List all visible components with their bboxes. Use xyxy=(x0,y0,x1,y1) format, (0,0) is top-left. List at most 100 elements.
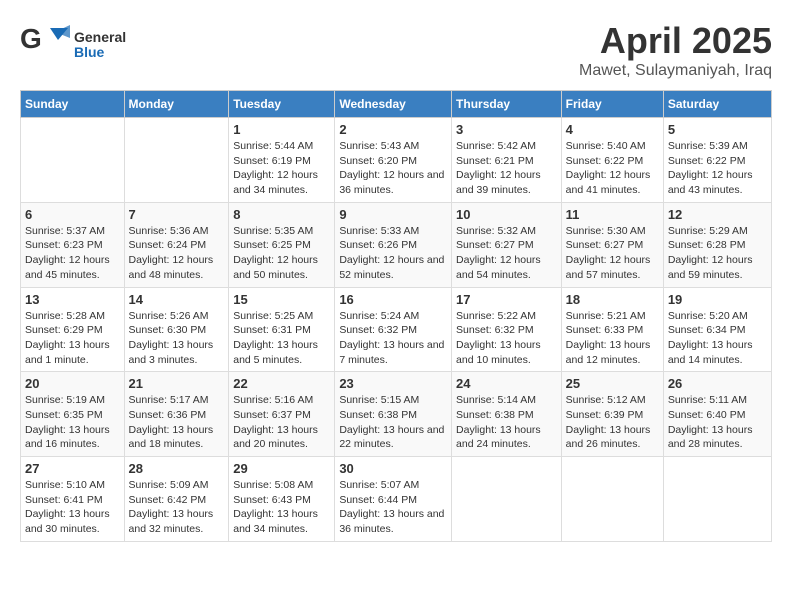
cell-info: Sunrise: 5:26 AMSunset: 6:30 PMDaylight:… xyxy=(129,309,225,368)
subtitle: Mawet, Sulaymaniyah, Iraq xyxy=(579,62,772,80)
cell-info: Sunrise: 5:28 AMSunset: 6:29 PMDaylight:… xyxy=(25,309,120,368)
calendar-cell: 14 Sunrise: 5:26 AMSunset: 6:30 PMDayligh… xyxy=(124,287,229,372)
cell-date: 20 xyxy=(25,376,120,391)
cell-info: Sunrise: 5:19 AMSunset: 6:35 PMDaylight:… xyxy=(25,393,120,452)
calendar-week-row: 13Sunrise: 5:28 AMSunset: 6:29 PMDayligh… xyxy=(21,287,772,372)
cell-date: 26 xyxy=(668,376,767,391)
cell-date: 28 xyxy=(129,461,225,476)
cell-info: Sunrise: 5:44 AMSunset: 6:19 PMDaylight:… xyxy=(233,139,330,198)
cell-info: Sunrise: 5:10 AMSunset: 6:41 PMDaylight:… xyxy=(25,478,120,537)
cell-info: Sunrise: 5:24 AMSunset: 6:32 PMDaylight:… xyxy=(339,309,447,368)
calendar-cell: 21 Sunrise: 5:17 AMSunset: 6:36 PMDayligh… xyxy=(124,372,229,457)
cell-date: 2 xyxy=(339,122,447,137)
calendar-week-row: 27 Sunrise: 5:10 AMSunset: 6:41 PMDayligh… xyxy=(21,457,772,542)
cell-info: Sunrise: 5:20 AMSunset: 6:34 PMDaylight:… xyxy=(668,309,767,368)
cell-info: Sunrise: 5:40 AMSunset: 6:22 PMDaylight:… xyxy=(566,139,659,198)
cell-date: 8 xyxy=(233,207,330,222)
cell-info: Sunrise: 5:42 AMSunset: 6:21 PMDaylight:… xyxy=(456,139,557,198)
cell-date: 22 xyxy=(233,376,330,391)
logo-general-text: General xyxy=(74,30,126,45)
calendar-cell: 8 Sunrise: 5:35 AMSunset: 6:25 PMDaylight… xyxy=(229,202,335,287)
cell-info: Sunrise: 5:14 AMSunset: 6:38 PMDaylight:… xyxy=(456,393,557,452)
header-day: Thursday xyxy=(452,91,562,118)
cell-info: Sunrise: 5:36 AMSunset: 6:24 PMDaylight:… xyxy=(129,224,225,283)
cell-info: Sunrise: 5:29 AMSunset: 6:28 PMDaylight:… xyxy=(668,224,767,283)
cell-info: Sunrise: 5:17 AMSunset: 6:36 PMDaylight:… xyxy=(129,393,225,452)
cell-info: Sunrise: 5:08 AMSunset: 6:43 PMDaylight:… xyxy=(233,478,330,537)
main-title: April 2025 xyxy=(579,20,772,62)
calendar-cell: 25 Sunrise: 5:12 AMSunset: 6:39 PMDayligh… xyxy=(561,372,663,457)
cell-info: Sunrise: 5:12 AMSunset: 6:39 PMDaylight:… xyxy=(566,393,659,452)
calendar-cell: 16 Sunrise: 5:24 AMSunset: 6:32 PMDayligh… xyxy=(335,287,452,372)
cell-date: 14 xyxy=(129,292,225,307)
header-day: Saturday xyxy=(663,91,771,118)
cell-info: Sunrise: 5:07 AMSunset: 6:44 PMDaylight:… xyxy=(339,478,447,537)
calendar-cell: 1Sunrise: 5:44 AMSunset: 6:19 PMDaylight… xyxy=(229,118,335,203)
calendar-cell: 29 Sunrise: 5:08 AMSunset: 6:43 PMDayligh… xyxy=(229,457,335,542)
calendar-cell: 18 Sunrise: 5:21 AMSunset: 6:33 PMDayligh… xyxy=(561,287,663,372)
cell-date: 12 xyxy=(668,207,767,222)
cell-date: 9 xyxy=(339,207,447,222)
calendar-cell: 9 Sunrise: 5:33 AMSunset: 6:26 PMDaylight… xyxy=(335,202,452,287)
title-block: April 2025 Mawet, Sulaymaniyah, Iraq xyxy=(579,20,772,80)
calendar-cell: 2 Sunrise: 5:43 AMSunset: 6:20 PMDaylight… xyxy=(335,118,452,203)
cell-date: 18 xyxy=(566,292,659,307)
calendar-cell: 11Sunrise: 5:30 AMSunset: 6:27 PMDayligh… xyxy=(561,202,663,287)
logo-blue-text: Blue xyxy=(74,45,126,60)
calendar-cell xyxy=(124,118,229,203)
header-day: Tuesday xyxy=(229,91,335,118)
cell-date: 6 xyxy=(25,207,120,222)
svg-text:G: G xyxy=(20,23,42,54)
cell-date: 24 xyxy=(456,376,557,391)
header-day: Friday xyxy=(561,91,663,118)
calendar-cell xyxy=(452,457,562,542)
calendar-cell: 7 Sunrise: 5:36 AMSunset: 6:24 PMDaylight… xyxy=(124,202,229,287)
cell-info: Sunrise: 5:39 AMSunset: 6:22 PMDaylight:… xyxy=(668,139,767,198)
cell-date: 19 xyxy=(668,292,767,307)
calendar-cell: 12 Sunrise: 5:29 AMSunset: 6:28 PMDayligh… xyxy=(663,202,771,287)
cell-info: Sunrise: 5:15 AMSunset: 6:38 PMDaylight:… xyxy=(339,393,447,452)
header-day: Monday xyxy=(124,91,229,118)
calendar-cell: 6Sunrise: 5:37 AMSunset: 6:23 PMDaylight… xyxy=(21,202,125,287)
cell-date: 23 xyxy=(339,376,447,391)
calendar-cell: 24 Sunrise: 5:14 AMSunset: 6:38 PMDayligh… xyxy=(452,372,562,457)
logo: G General Blue xyxy=(20,20,126,70)
header-day: Wednesday xyxy=(335,91,452,118)
cell-info: Sunrise: 5:32 AMSunset: 6:27 PMDaylight:… xyxy=(456,224,557,283)
cell-date: 16 xyxy=(339,292,447,307)
cell-date: 25 xyxy=(566,376,659,391)
calendar-cell: 27 Sunrise: 5:10 AMSunset: 6:41 PMDayligh… xyxy=(21,457,125,542)
calendar-cell xyxy=(21,118,125,203)
cell-info: Sunrise: 5:35 AMSunset: 6:25 PMDaylight:… xyxy=(233,224,330,283)
calendar-cell: 13Sunrise: 5:28 AMSunset: 6:29 PMDayligh… xyxy=(21,287,125,372)
calendar-body: 1Sunrise: 5:44 AMSunset: 6:19 PMDaylight… xyxy=(21,118,772,542)
cell-date: 29 xyxy=(233,461,330,476)
header-row: SundayMondayTuesdayWednesdayThursdayFrid… xyxy=(21,91,772,118)
cell-info: Sunrise: 5:09 AMSunset: 6:42 PMDaylight:… xyxy=(129,478,225,537)
cell-info: Sunrise: 5:43 AMSunset: 6:20 PMDaylight:… xyxy=(339,139,447,198)
calendar-cell: 23 Sunrise: 5:15 AMSunset: 6:38 PMDayligh… xyxy=(335,372,452,457)
cell-info: Sunrise: 5:11 AMSunset: 6:40 PMDaylight:… xyxy=(668,393,767,452)
cell-info: Sunrise: 5:21 AMSunset: 6:33 PMDaylight:… xyxy=(566,309,659,368)
cell-date: 21 xyxy=(129,376,225,391)
calendar-week-row: 20 Sunrise: 5:19 AMSunset: 6:35 PMDayligh… xyxy=(21,372,772,457)
cell-date: 7 xyxy=(129,207,225,222)
calendar-cell: 26 Sunrise: 5:11 AMSunset: 6:40 PMDayligh… xyxy=(663,372,771,457)
calendar-cell: 28 Sunrise: 5:09 AMSunset: 6:42 PMDayligh… xyxy=(124,457,229,542)
calendar-cell: 19 Sunrise: 5:20 AMSunset: 6:34 PMDayligh… xyxy=(663,287,771,372)
cell-date: 30 xyxy=(339,461,447,476)
cell-date: 27 xyxy=(25,461,120,476)
calendar-header: SundayMondayTuesdayWednesdayThursdayFrid… xyxy=(21,91,772,118)
cell-info: Sunrise: 5:30 AMSunset: 6:27 PMDaylight:… xyxy=(566,224,659,283)
calendar-cell: 17Sunrise: 5:22 AMSunset: 6:32 PMDayligh… xyxy=(452,287,562,372)
cell-info: Sunrise: 5:25 AMSunset: 6:31 PMDaylight:… xyxy=(233,309,330,368)
cell-info: Sunrise: 5:33 AMSunset: 6:26 PMDaylight:… xyxy=(339,224,447,283)
calendar-week-row: 1Sunrise: 5:44 AMSunset: 6:19 PMDaylight… xyxy=(21,118,772,203)
cell-date: 5 xyxy=(668,122,767,137)
calendar-cell: 3Sunrise: 5:42 AMSunset: 6:21 PMDaylight… xyxy=(452,118,562,203)
page-header: G General Blue April 2025 Mawet, Sulayma… xyxy=(20,20,772,80)
cell-date: 17 xyxy=(456,292,557,307)
cell-date: 10 xyxy=(456,207,557,222)
logo-graphic: G xyxy=(20,20,70,70)
header-day: Sunday xyxy=(21,91,125,118)
